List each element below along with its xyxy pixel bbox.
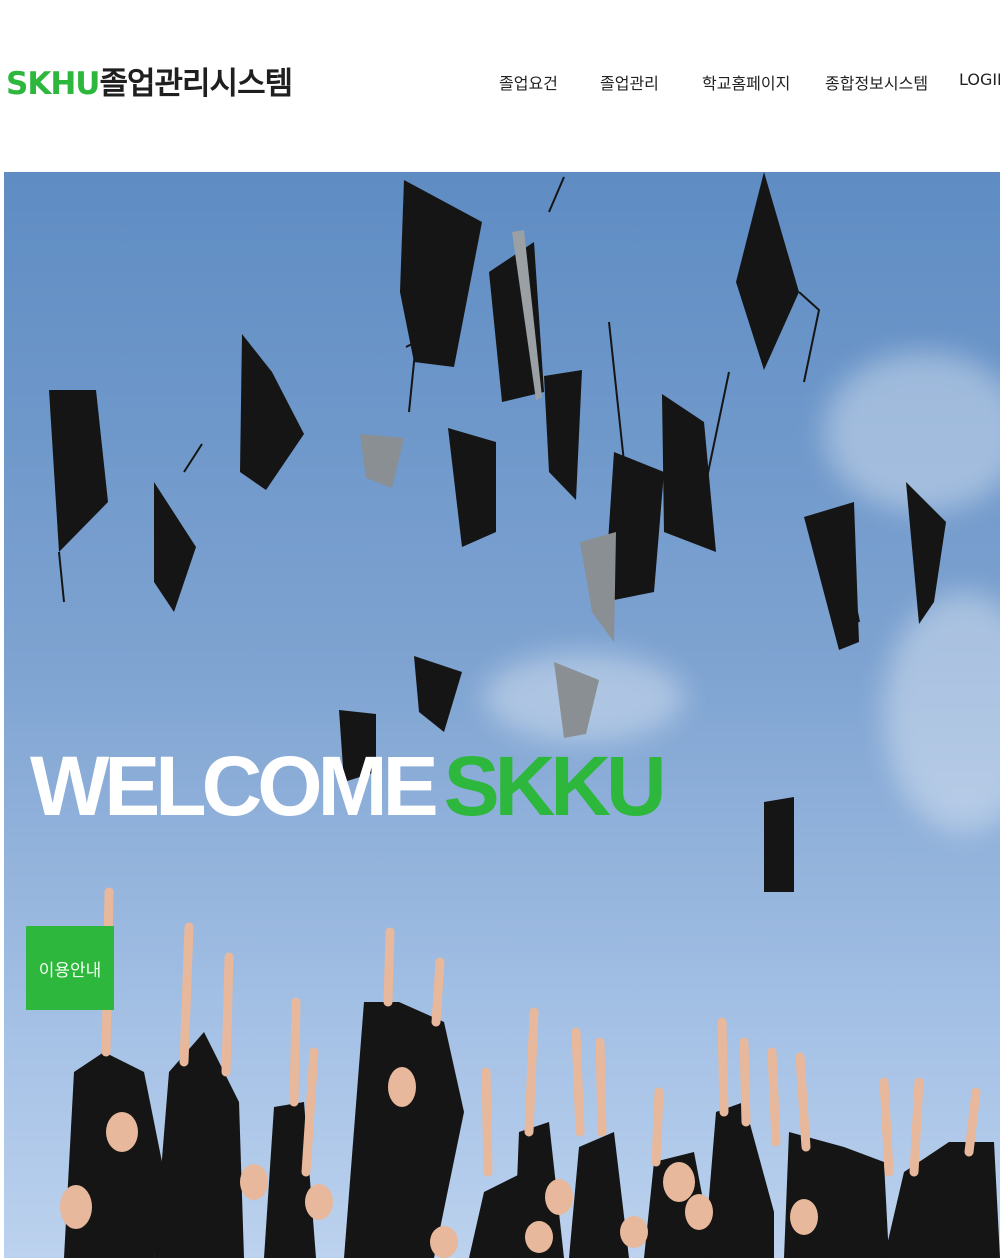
nav-item-graduation-management[interactable]: 졸업관리 <box>600 70 659 94</box>
nav-item-login[interactable]: LOGIN <box>959 70 1000 89</box>
welcome-text: WELCOME <box>30 739 439 833</box>
nav-item-graduation-requirements[interactable]: 졸업요건 <box>499 70 558 94</box>
welcome-accent-text: SKKU <box>443 739 667 833</box>
usage-guide-button[interactable]: 이용안내 <box>26 926 114 1010</box>
site-header: SKHU졸업관리시스템 졸업요건 졸업관리 학교홈페이지 종합정보시스템 LOG… <box>0 0 1000 172</box>
nav-item-school-homepage[interactable]: 학교홈페이지 <box>702 70 790 94</box>
logo-accent-text: SKHU <box>6 66 100 102</box>
logo-title-text: 졸업관리시스템 <box>99 66 293 102</box>
nav-item-integrated-info-system[interactable]: 종합정보시스템 <box>825 70 928 94</box>
hero-welcome-heading: WELCOME SKKU <box>30 744 667 828</box>
flying-caps-illustration <box>49 172 1000 1258</box>
hero-banner: WELCOME SKKU 이용안내 <box>4 172 1000 1258</box>
site-logo[interactable]: SKHU졸업관리시스템 <box>6 58 293 103</box>
